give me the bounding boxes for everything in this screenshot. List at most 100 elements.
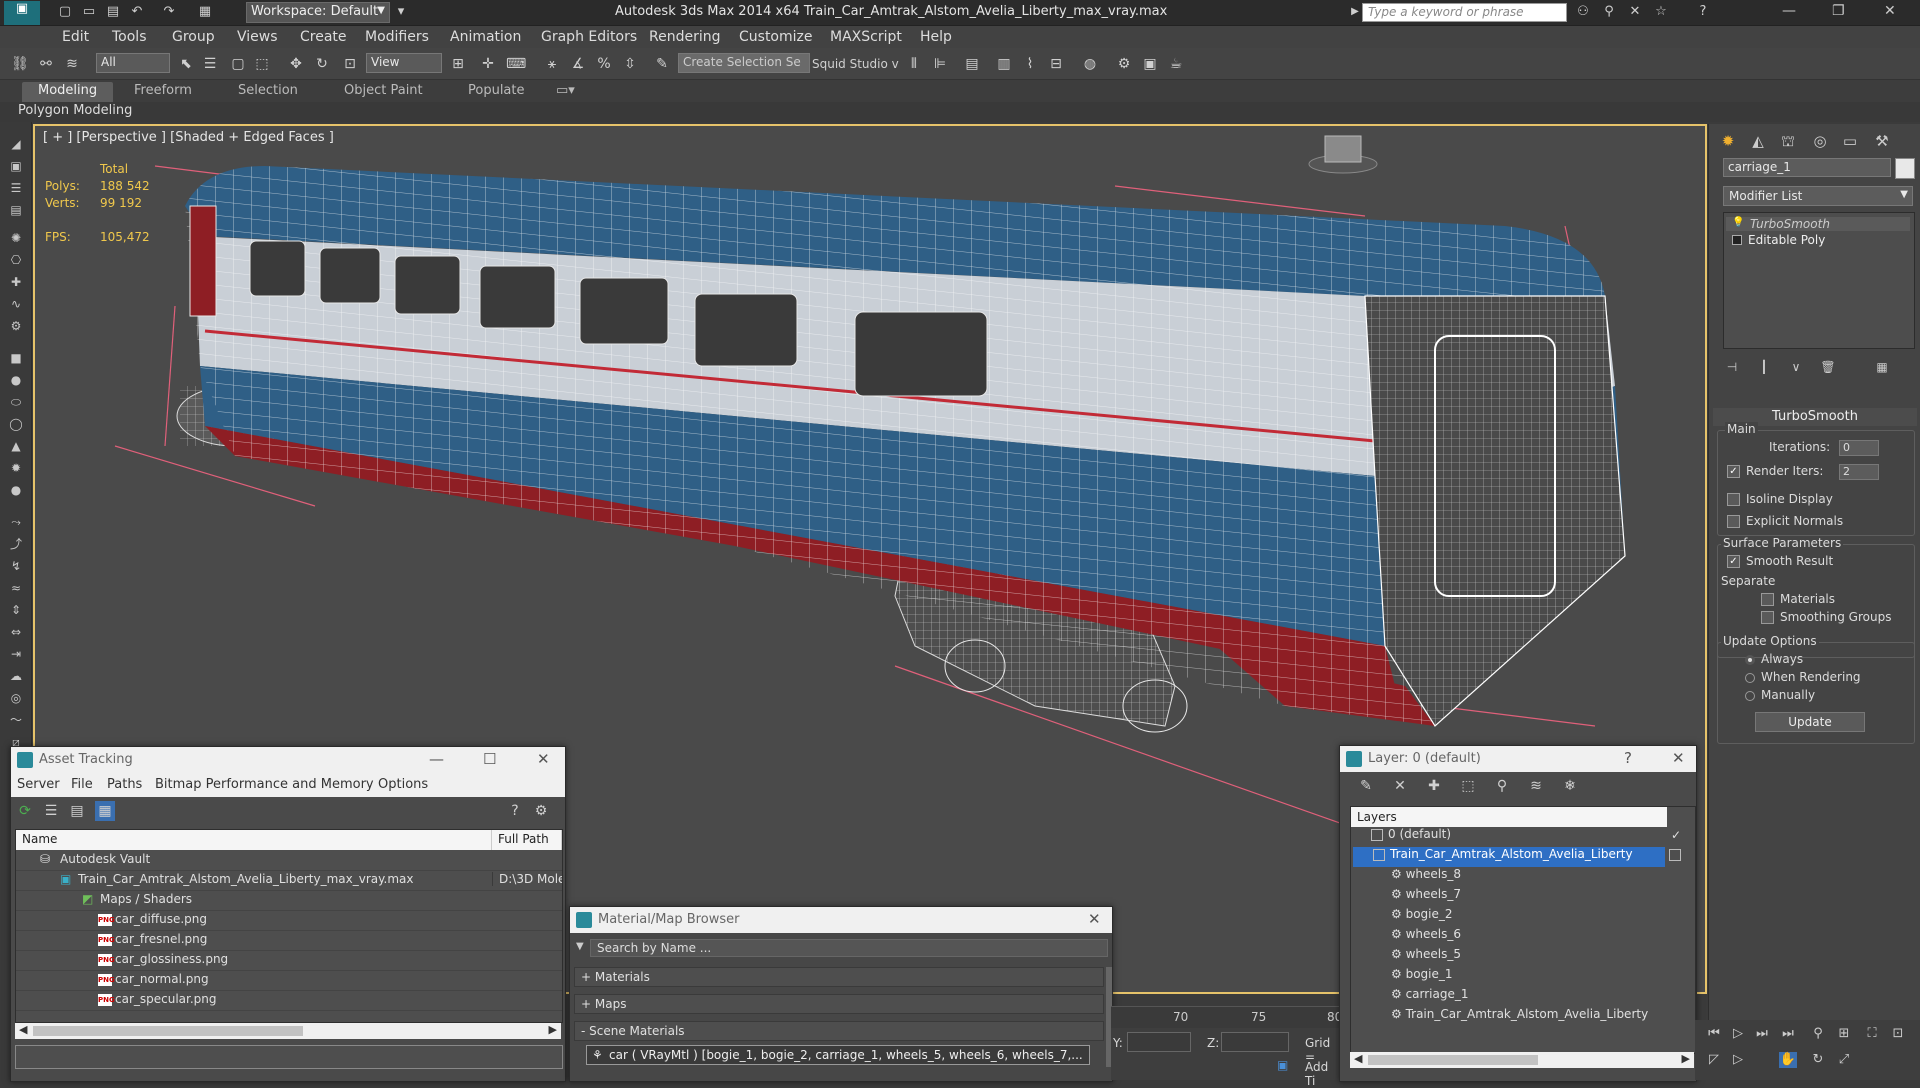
mirror-icon[interactable]: ⫴	[904, 54, 924, 74]
settings-icon[interactable]: ⚙	[531, 801, 551, 821]
camera-icon[interactable]: ⎔	[8, 252, 24, 268]
menu-views[interactable]: Views	[237, 29, 278, 45]
save-file-icon[interactable]: ▤	[104, 4, 122, 20]
light-icon[interactable]: ✺	[8, 230, 24, 246]
freeze-all-icon[interactable]: ❄	[1560, 776, 1580, 796]
help-icon[interactable]: ?	[505, 801, 525, 821]
schematic-view-icon[interactable]: ⊟	[1046, 54, 1066, 74]
cone-icon[interactable]: ▲	[8, 438, 24, 454]
squeeze-icon[interactable]: ⇔	[8, 624, 24, 640]
window-crossing-icon[interactable]: ⬚	[252, 54, 272, 74]
render-iters-row[interactable]: ✓ Render Iters:	[1727, 464, 1823, 478]
z-coord-field[interactable]	[1221, 1032, 1289, 1052]
menu-customize[interactable]: Customize	[739, 29, 813, 45]
highlight-layer-icon[interactable]: ⚲	[1492, 776, 1512, 796]
layer-row-train-car[interactable]: Train_Car_Amtrak_Alstom_Avelia_Liberty	[1353, 847, 1665, 867]
material-search-input[interactable]: Search by Name ...	[590, 939, 1108, 957]
list-view-icon[interactable]: ☰	[41, 801, 61, 821]
smoothing-groups-row[interactable]: Smoothing Groups	[1761, 610, 1891, 624]
close-icon[interactable]: ✕	[1088, 910, 1101, 928]
percent-snap-icon[interactable]: %	[594, 54, 614, 74]
time-tag-icon[interactable]: ▣	[1277, 1058, 1288, 1072]
layer-object-row[interactable]: ⚙ wheels_6	[1391, 927, 1461, 947]
ripple-icon[interactable]: ◎	[8, 690, 24, 706]
motion-tab-icon[interactable]: ◎	[1807, 130, 1833, 152]
always-radio[interactable]	[1745, 654, 1755, 665]
field-of-view-icon[interactable]: ◸	[1705, 1052, 1723, 1068]
smooth-result-row[interactable]: ✓ Smooth Result	[1727, 554, 1833, 568]
cylinder-icon[interactable]: ⬭	[8, 394, 24, 410]
link-icon[interactable]: ⛓	[10, 54, 30, 74]
delete-layer-icon[interactable]: ✕	[1390, 776, 1410, 796]
scroll-left-icon[interactable]: ◀	[1354, 1052, 1362, 1065]
layer-row-default[interactable]: 0 (default) ✓	[1371, 827, 1687, 847]
layer-manager-icon[interactable]: ▤	[962, 54, 982, 74]
show-end-result-icon[interactable]: ┃	[1751, 356, 1777, 378]
orbit-icon[interactable]: ↻	[1809, 1052, 1827, 1068]
expand-box-icon[interactable]	[1732, 235, 1742, 245]
table-row[interactable]: ▣ Train_Car_Amtrak_Alstom_Avelia_Liberty_…	[16, 870, 562, 891]
ribbon-toggle-icon[interactable]: ◢	[8, 136, 24, 152]
scroll-right-icon[interactable]: ▶	[1682, 1052, 1690, 1065]
menu-create[interactable]: Create	[300, 29, 347, 45]
zoom-all-icon[interactable]: ⊞	[1835, 1026, 1853, 1042]
render-iters-checkbox[interactable]: ✓	[1727, 465, 1740, 478]
smoothing-groups-checkbox[interactable]	[1761, 611, 1774, 624]
separate-materials-row[interactable]: Materials	[1761, 592, 1835, 606]
maximize-viewport-icon[interactable]: ⤢	[1835, 1052, 1853, 1068]
restore-icon[interactable]: ❐	[1832, 3, 1845, 19]
select-objects-icon[interactable]: ⬚	[1458, 776, 1478, 796]
select-object-icon[interactable]: ⬉	[176, 54, 196, 74]
table-row[interactable]: ◩ Maps / Shaders	[16, 890, 562, 911]
menu-maxscript[interactable]: MAXScript	[830, 29, 902, 45]
stack-item-editable-poly[interactable]: Editable Poly	[1748, 233, 1825, 247]
tree-view-icon[interactable]: ▤	[67, 801, 87, 821]
create-layer-icon[interactable]: ✎	[1356, 776, 1376, 796]
stretch-icon[interactable]: ⇕	[8, 602, 24, 618]
utilities-tab-icon[interactable]: ⚒	[1869, 130, 1895, 152]
configure-sets-icon[interactable]: ▦	[1869, 356, 1895, 378]
scene-material-car[interactable]: ⚘ car ( VRayMtl ) [bogie_1, bogie_2, car…	[586, 1045, 1090, 1065]
layer-object-row[interactable]: ⚙ wheels_7	[1391, 887, 1461, 907]
menu-animation[interactable]: Animation	[450, 29, 521, 45]
layer-object-row[interactable]: ⚙ wheels_5	[1391, 947, 1461, 967]
menu-group[interactable]: Group	[172, 29, 215, 45]
binoculars-icon[interactable]: ⚇	[1574, 4, 1592, 20]
help-icon[interactable]: ?	[1624, 749, 1632, 767]
render-setup-icon[interactable]: ⚙	[1114, 54, 1134, 74]
workspace-dropdown[interactable]: Workspace: Default ▼	[246, 2, 390, 23]
modify-tab-icon[interactable]: ◭	[1745, 130, 1771, 152]
wave-icon[interactable]: 〜	[8, 712, 24, 728]
table-row[interactable]: PNGcar_fresnel.png	[16, 930, 562, 951]
systems-icon[interactable]: ⚙	[8, 318, 24, 334]
undo-icon[interactable]: ↶	[128, 4, 146, 20]
layer-object-row[interactable]: ⚙ bogie_1	[1391, 967, 1453, 987]
table-row[interactable]: PNGcar_normal.png	[16, 970, 562, 991]
create-tab-icon[interactable]: ✹	[1715, 130, 1741, 152]
tab-selection[interactable]: Selection	[222, 82, 314, 103]
menu-paths[interactable]: Paths	[107, 777, 142, 792]
app-logo-icon[interactable]: ▣	[4, 1, 40, 25]
tab-modeling[interactable]: Modeling	[22, 82, 114, 103]
spinner-snap-icon[interactable]: ⇳	[620, 54, 640, 74]
scene-explorer-icon[interactable]: ▥	[994, 54, 1014, 74]
menu-graph-editors[interactable]: Graph Editors	[541, 29, 637, 45]
help-icon[interactable]: ?	[1694, 4, 1712, 20]
timeline-ruler[interactable]: 70 75 80	[1111, 1006, 1342, 1028]
modifier-list-dropdown[interactable]: Modifier List ▼	[1723, 186, 1913, 206]
make-unique-icon[interactable]: ∨	[1783, 356, 1809, 378]
twist-icon[interactable]: ↯	[8, 558, 24, 574]
menu-options[interactable]: Options	[378, 777, 428, 792]
curve-editor-icon[interactable]: ⌇	[1020, 54, 1040, 74]
spacewarp-icon[interactable]: ∿	[8, 296, 24, 312]
redo-icon[interactable]: ↷	[160, 4, 178, 20]
column-header-name[interactable]: Name	[16, 830, 492, 850]
menu-modifiers[interactable]: Modifiers	[365, 29, 429, 45]
table-row[interactable]: PNGcar_glossiness.png	[16, 950, 562, 971]
manually-radio-row[interactable]: Manually	[1745, 688, 1815, 702]
favorites-star-icon[interactable]: ☆	[1652, 4, 1670, 20]
close-icon[interactable]: ✕	[1884, 3, 1896, 19]
new-file-icon[interactable]: ▢	[56, 4, 74, 20]
push-icon[interactable]: ⇥	[8, 646, 24, 662]
tab-freeform[interactable]: Freeform	[118, 82, 208, 103]
